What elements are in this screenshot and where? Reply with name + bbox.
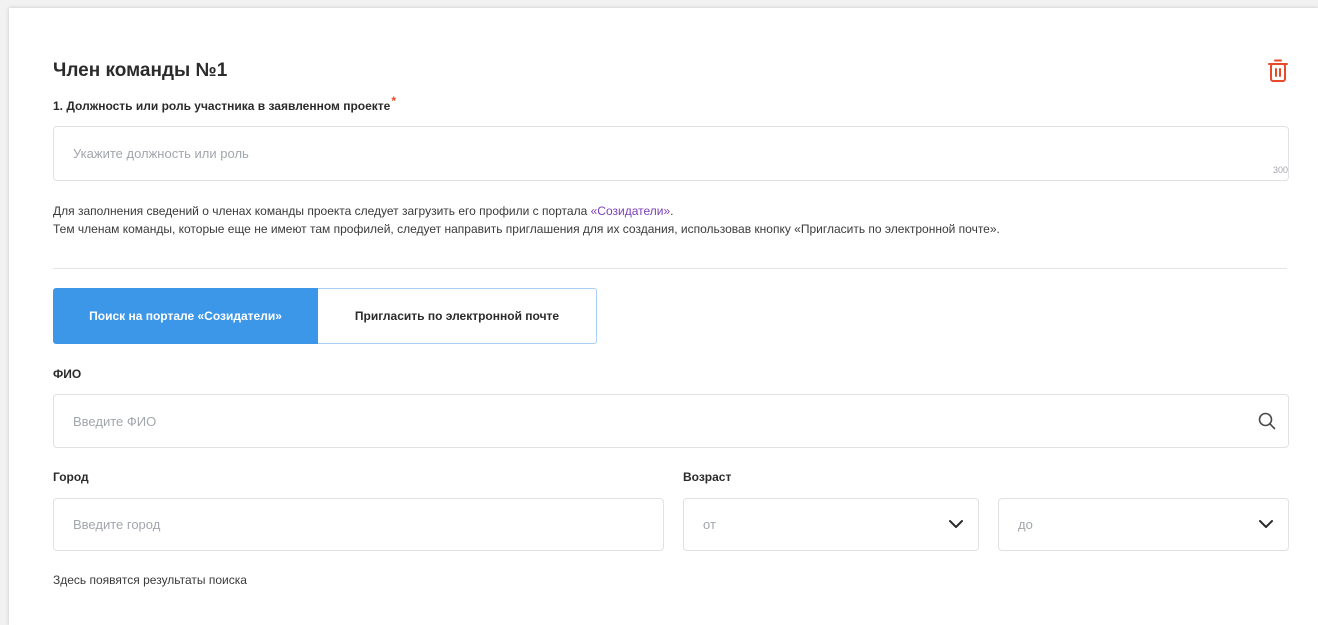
age-to-select[interactable]: до	[998, 498, 1289, 551]
info-line-2: Тем членам команды, которые еще не имеют…	[53, 222, 1000, 236]
age-from-placeholder: от	[703, 517, 716, 532]
city-field[interactable]	[53, 498, 664, 551]
age-to-placeholder: до	[1018, 517, 1033, 532]
age-label: Возраст	[683, 470, 732, 484]
city-input[interactable]	[73, 499, 622, 550]
info-line-1: Для заполнения сведений о членах команды…	[53, 204, 674, 218]
chevron-down-icon	[949, 520, 963, 528]
trash-icon[interactable]	[1266, 58, 1290, 84]
search-icon[interactable]	[1258, 412, 1276, 430]
role-label: 1. Должность или роль участника в заявле…	[53, 94, 397, 113]
tab-email-invite[interactable]: Пригласить по электронной почте	[318, 288, 597, 344]
tab-portal-search[interactable]: Поиск на портале «Созидатели»	[53, 288, 318, 344]
search-mode-tabs: Поиск на портале «Созидатели» Пригласить…	[53, 288, 597, 344]
fio-field[interactable]	[53, 394, 1289, 448]
role-char-counter: 300	[1272, 165, 1288, 175]
age-from-select[interactable]: от	[683, 498, 979, 551]
city-label: Город	[53, 470, 89, 484]
divider	[53, 268, 1287, 269]
info-text: Для заполнения сведений о членах команды…	[53, 202, 1000, 238]
member-title: Член команды №1	[53, 60, 228, 81]
role-input[interactable]	[73, 127, 1247, 180]
chevron-down-icon	[1259, 520, 1273, 528]
search-results-placeholder: Здесь появятся результаты поиска	[53, 573, 247, 587]
sozidateli-link[interactable]: «Созидатели»	[591, 204, 671, 218]
fio-input[interactable]	[73, 395, 1247, 447]
required-mark: *	[391, 94, 397, 108]
fio-label: ФИО	[53, 367, 82, 381]
role-field[interactable]: 300	[53, 126, 1289, 181]
